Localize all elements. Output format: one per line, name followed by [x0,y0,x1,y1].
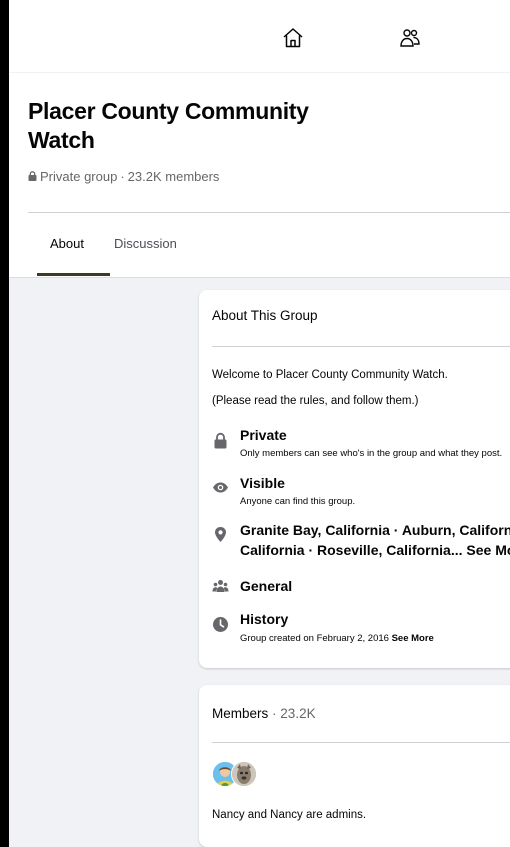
history-subtitle: Group created on February 2, 2016 See Mo… [240,633,434,644]
history-title: History [240,611,289,627]
lock-icon [212,432,229,449]
members-separator: · [272,706,277,721]
top-nav-bar [9,0,510,72]
group-name[interactable]: Placer County Community Watch [28,97,358,155]
privacy-subtitle: Only members can see who's in the group … [240,448,503,459]
eye-icon [212,479,229,496]
privacy-title: Private [240,427,287,443]
about-card-divider [212,346,510,347]
about-description-line2: (Please read the rules, and follow them.… [212,395,419,407]
members-card: Members · 23.2K Nancy and Nancy are admi… [199,685,510,847]
history-see-more-link[interactable]: See More [392,633,434,644]
visibility-title: Visible [240,475,285,491]
members-card-divider [212,742,510,743]
about-card-title: About This Group [212,308,318,323]
about-description-line1: Welcome to Placer County Community Watch… [212,369,448,381]
admin-avatar[interactable] [231,761,257,787]
app-frame: Placer County Community Watch Private gr… [9,0,510,847]
group-privacy: Private group [40,169,118,184]
group-header: Placer County Community Watch Private gr… [9,73,510,278]
about-card: About This Group Welcome to Placer Count… [199,290,510,668]
members-count: 23.2K [280,706,316,721]
lock-icon [28,169,37,184]
members-title: Members [212,706,269,721]
location-line2: California · Roseville, California... Se… [240,542,510,558]
group-member-count[interactable]: 23.2K members [128,169,220,184]
home-icon[interactable] [281,26,305,50]
visibility-subtitle: Anyone can find this group. [240,496,356,507]
location-see-more-link[interactable]: See More [466,542,510,558]
header-divider [28,212,510,213]
location-line1: Granite Bay, California · Auburn, Califo… [240,522,510,538]
history-created-text: Group created on February 2, 2016 [240,633,389,644]
location-line2-text: California · Roseville, California... [240,542,463,558]
admins-text: Nancy and Nancy are admins. [212,809,367,821]
people-group-icon [212,578,229,595]
tab-discussion[interactable]: Discussion [114,236,177,251]
tab-about[interactable]: About [50,236,84,251]
location-pin-icon [212,526,229,543]
category-title: General [240,578,293,594]
people-icon[interactable] [398,26,422,50]
group-meta: Private group · 23.2K members [28,169,219,184]
clock-icon [212,616,229,633]
members-card-title: Members · 23.2K [212,706,316,721]
active-tab-indicator [37,273,110,276]
meta-separator: · [120,169,125,184]
